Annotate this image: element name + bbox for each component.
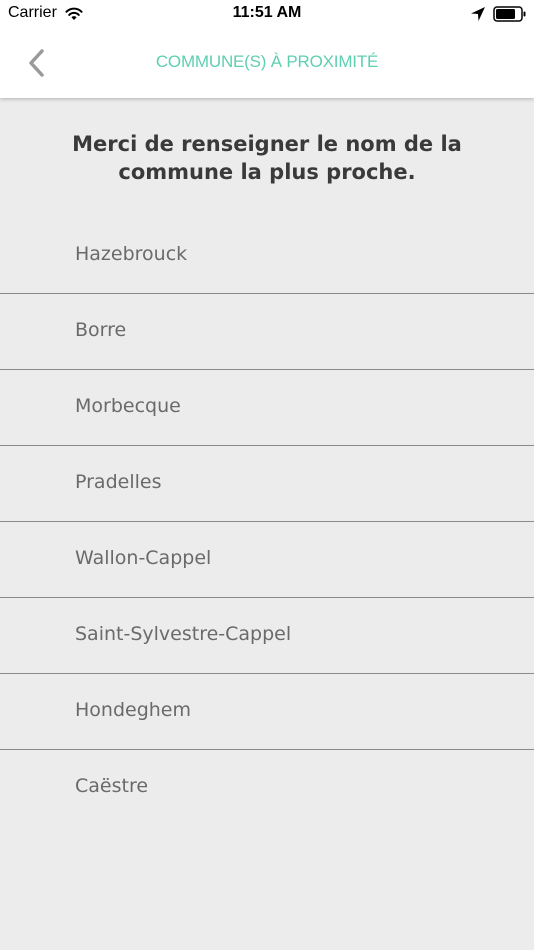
status-time: 11:51 AM	[232, 4, 302, 21]
status-bar: Carrier 11:51 AM	[0, 0, 534, 28]
commune-label: Borre	[75, 319, 127, 341]
commune-label: Wallon-Cappel	[75, 547, 212, 569]
commune-label: Pradelles	[75, 471, 162, 493]
list-item-commune[interactable]: Caëstre	[0, 750, 534, 825]
page-title: COMMUNE(S) À PROXIMITÉ	[155, 52, 379, 71]
top-bar: Carrier 11:51 AM COMMUNE(S) À PROXIMITÉ	[0, 0, 534, 98]
list-item-commune[interactable]: Hazebrouck	[0, 218, 534, 294]
commune-label: Hondeghem	[75, 699, 192, 721]
commune-label: Morbecque	[75, 395, 181, 417]
list-item-commune[interactable]: Wallon-Cappel	[0, 522, 534, 598]
list-item-commune[interactable]: Saint-Sylvestre-Cappel	[0, 598, 534, 674]
battery-icon	[493, 6, 526, 22]
list-item-commune[interactable]: Morbecque	[0, 370, 534, 446]
commune-label: Caëstre	[75, 775, 149, 797]
list-item-commune[interactable]: Borre	[0, 294, 534, 370]
instruction-text: Merci de renseigner le nom de la commune…	[72, 132, 462, 184]
list-item-commune[interactable]: Pradelles	[0, 446, 534, 522]
commune-label: Saint-Sylvestre-Cappel	[75, 623, 292, 645]
navigation-bar: COMMUNE(S) À PROXIMITÉ	[0, 28, 534, 98]
list-item-commune[interactable]: Hondeghem	[0, 674, 534, 750]
location-arrow-icon	[471, 7, 485, 21]
commune-label: Hazebrouck	[75, 243, 188, 265]
commune-list: Hazebrouck Borre Morbecque Pradelles Wal…	[0, 218, 534, 825]
